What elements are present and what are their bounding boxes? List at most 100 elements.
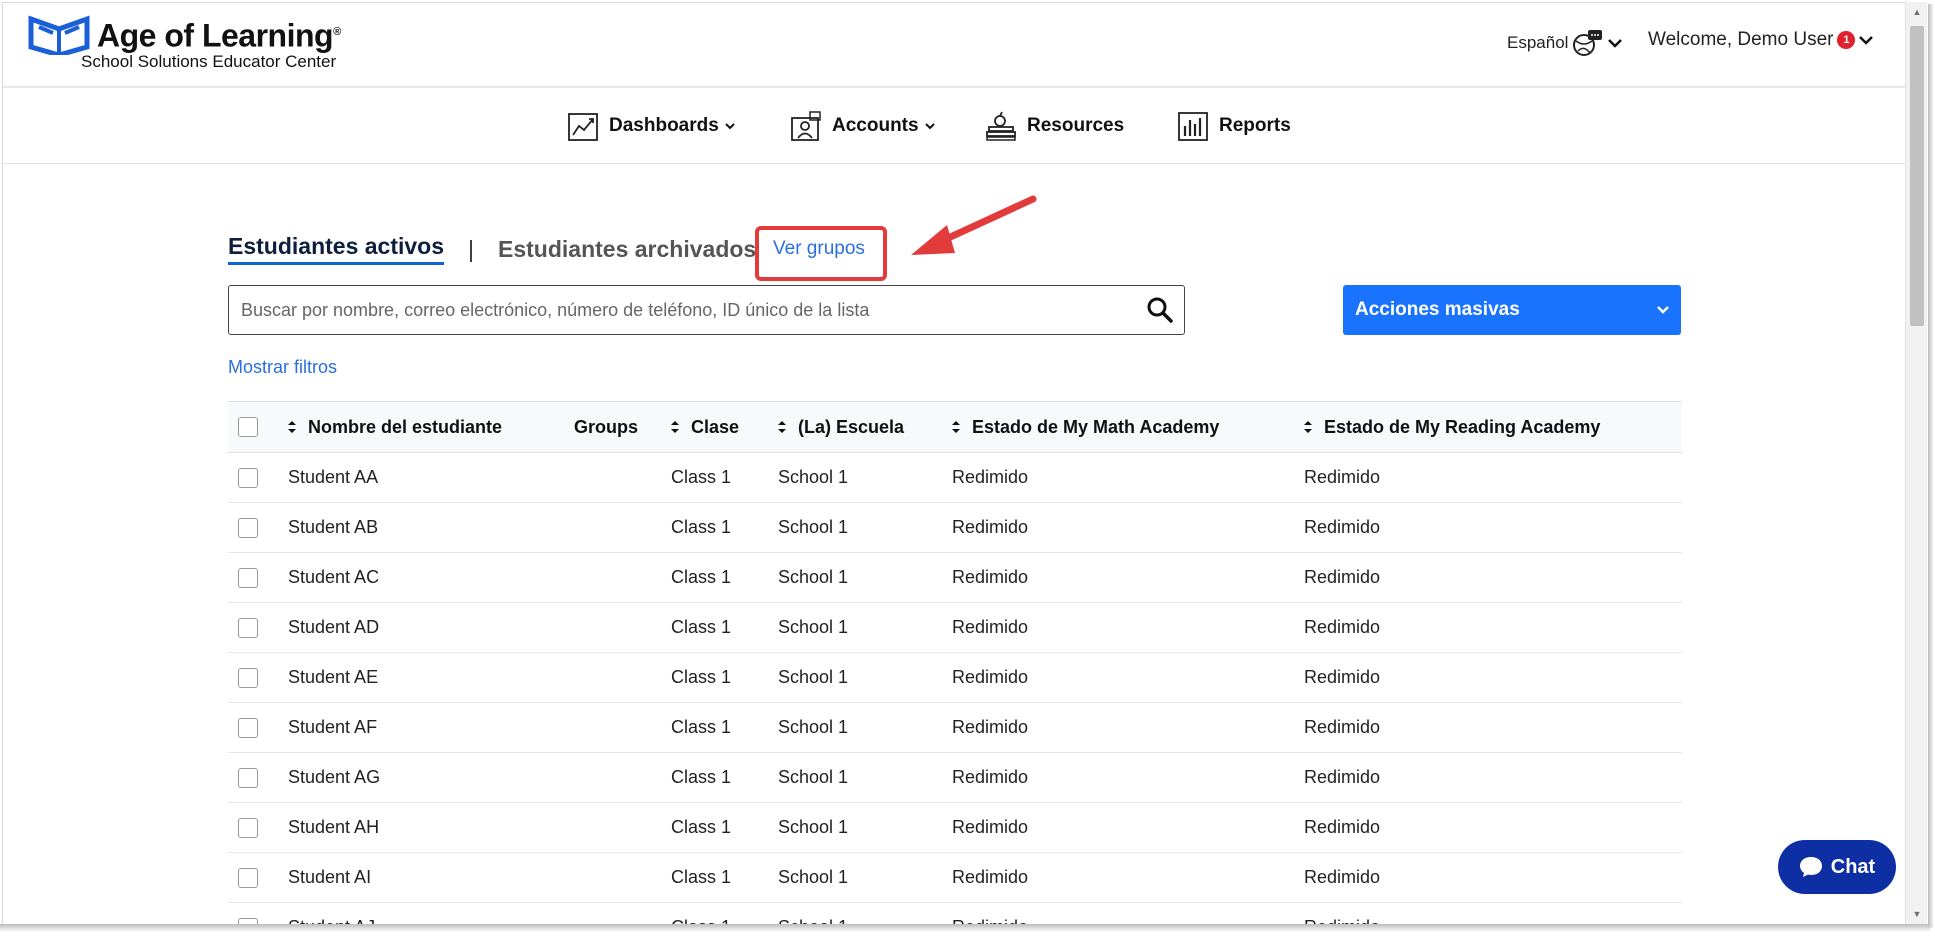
logo-subtitle: School Solutions Educator Center [81, 51, 337, 71]
cell-student-name: Student AD [288, 617, 380, 637]
cell-math-status: Redimido [952, 467, 1029, 487]
logo[interactable]: Age of Learning® School Solutions Educat… [27, 15, 341, 71]
cell-class: Class 1 [671, 717, 732, 737]
column-header-groups: Groups [574, 416, 639, 437]
table-row[interactable]: Student AE Class 1 School 1 Redimido Redimid… [228, 653, 1682, 703]
nav-reports[interactable]: Reports [1177, 110, 1291, 142]
globe-chat-icon [1573, 30, 1603, 56]
cell-school: School 1 [778, 517, 849, 537]
cell-reading-status: Redimido [1304, 467, 1381, 487]
table-row[interactable]: Student AC Class 1 School 1 Redimido Redimid… [228, 553, 1682, 603]
row-checkbox[interactable] [238, 517, 258, 538]
table-row[interactable]: Student AG Class 1 School 1 Redimido Redimid… [228, 753, 1682, 803]
chevron-down-icon [1657, 306, 1669, 314]
cell-reading-status: Redimido [1304, 717, 1381, 737]
row-checkbox[interactable] [238, 767, 258, 788]
scroll-up-arrow-icon[interactable]: ▲ [1906, 2, 1928, 22]
chat-button[interactable]: Chat [1778, 840, 1896, 894]
column-header-class[interactable]: Clase [671, 402, 739, 452]
cell-school: School 1 [778, 567, 849, 587]
select-all-checkbox[interactable] [238, 417, 258, 437]
search-input[interactable] [229, 286, 1146, 334]
tab-active-students[interactable]: Estudiantes activos [228, 233, 445, 265]
nav-label: Dashboards [609, 115, 719, 136]
row-checkbox[interactable] [238, 567, 258, 588]
bar-chart-icon [1178, 112, 1208, 141]
table-body: Student AA Class 1 School 1 Redimido Redimid… [228, 453, 1682, 924]
tab-separator: | [468, 235, 475, 262]
book-logo-icon [28, 15, 90, 55]
show-filters-link[interactable]: Mostrar filtros [228, 357, 337, 378]
row-checkbox[interactable] [238, 617, 258, 638]
bulk-actions-dropdown[interactable]: Acciones masivas [1343, 285, 1681, 335]
cell-student-name: Student AJ [288, 903, 375, 924]
nav-resources[interactable]: Resources [985, 110, 1124, 142]
cell-reading-status: Redimido [1304, 667, 1381, 687]
books-apple-icon [986, 111, 1016, 141]
cell-class: Class 1 [671, 567, 732, 587]
column-header-school[interactable]: (La) Escuela [778, 402, 904, 452]
row-checkbox[interactable] [238, 667, 258, 688]
bulk-actions-label: Acciones masivas [1355, 299, 1520, 320]
column-header-reading-status[interactable]: Estado de My Reading Academy [1304, 402, 1600, 452]
cell-school: School 1 [778, 617, 849, 637]
cell-student-name: Student AB [288, 517, 379, 537]
chevron-down-icon [725, 123, 735, 130]
cell-class: Class 1 [671, 517, 732, 537]
site-header: Age of Learning® School Solutions Educat… [3, 3, 1907, 87]
row-checkbox[interactable] [238, 817, 258, 838]
cell-class: Class 1 [671, 467, 732, 487]
annotation-highlight-box [755, 226, 887, 281]
nav-dashboards[interactable]: Dashboards [567, 110, 735, 142]
table-row[interactable]: Student AB Class 1 School 1 Redimido Redimid… [228, 503, 1682, 553]
cell-math-status: Redimido [952, 767, 1029, 787]
scroll-down-arrow-icon[interactable]: ▼ [1906, 904, 1928, 924]
sort-icon [288, 421, 296, 433]
column-header-student-name[interactable]: Nombre del estudiante [288, 402, 502, 452]
tab-archived-students[interactable]: Estudiantes archivados [498, 236, 756, 263]
main-nav: Dashboards Accounts Resources Reports [3, 88, 1907, 164]
table-row[interactable]: Student AJ Class 1 School 1 Redimido Redimid… [228, 903, 1682, 924]
cell-student-name: Student AA [288, 467, 379, 487]
browser-window: Age of Learning® School Solutions Educat… [0, 0, 1935, 937]
table-row[interactable]: Student AD Class 1 School 1 Redimido Redimid… [228, 603, 1682, 653]
cell-reading-status: Redimido [1304, 767, 1381, 787]
chat-bubble-icon [1799, 857, 1822, 877]
user-menu[interactable]: Welcome, Demo User 1 [1648, 29, 1874, 51]
cell-school: School 1 [778, 817, 849, 837]
nav-label: Resources [1027, 115, 1125, 136]
table-row[interactable]: Student AH Class 1 School 1 Redimido Redimid… [228, 803, 1682, 853]
accounts-icon [791, 111, 821, 141]
table-row[interactable]: Student AI Class 1 School 1 Redimido Redimid… [228, 853, 1682, 903]
table-header: Nombre del estudiante Groups Clase (La) … [228, 401, 1682, 453]
row-checkbox[interactable] [238, 867, 258, 888]
student-tabs: Estudiantes activos | Estudiantes archiv… [228, 233, 756, 265]
table-row[interactable]: Student AA Class 1 School 1 Redimido Redimid… [228, 453, 1682, 503]
cell-math-status: Redimido [952, 667, 1029, 687]
cell-math-status: Redimido [952, 617, 1029, 637]
chevron-down-icon [1859, 36, 1874, 45]
window-shadow [1928, 4, 1934, 928]
table-row[interactable]: Student AF Class 1 School 1 Redimido Redimid… [228, 703, 1682, 753]
cell-student-name: Student AE [288, 667, 379, 687]
row-checkbox[interactable] [238, 467, 258, 488]
cell-math-status: Redimido [952, 903, 1028, 924]
cell-math-status: Redimido [952, 567, 1029, 587]
search-icon[interactable] [1146, 296, 1174, 324]
column-header-math-status[interactable]: Estado de My Math Academy [952, 402, 1219, 452]
nav-accounts[interactable]: Accounts [790, 110, 935, 142]
cell-student-name: Student AG [288, 767, 381, 787]
window-shadow [0, 924, 1930, 932]
cell-student-name: Student AI [288, 867, 372, 887]
vertical-scrollbar[interactable]: ▲ ▼ [1905, 2, 1927, 924]
cell-math-status: Redimido [952, 817, 1029, 837]
cell-school: School 1 [778, 767, 849, 787]
cell-math-status: Redimido [952, 517, 1029, 537]
row-checkbox[interactable] [238, 717, 258, 738]
cell-reading-status: Redimido [1304, 517, 1381, 537]
scrollbar-thumb[interactable] [1910, 26, 1924, 326]
cell-class: Class 1 [671, 817, 732, 837]
cell-reading-status: Redimido [1304, 617, 1381, 637]
chevron-down-icon [1608, 39, 1623, 48]
language-selector[interactable]: Español [1507, 29, 1623, 57]
